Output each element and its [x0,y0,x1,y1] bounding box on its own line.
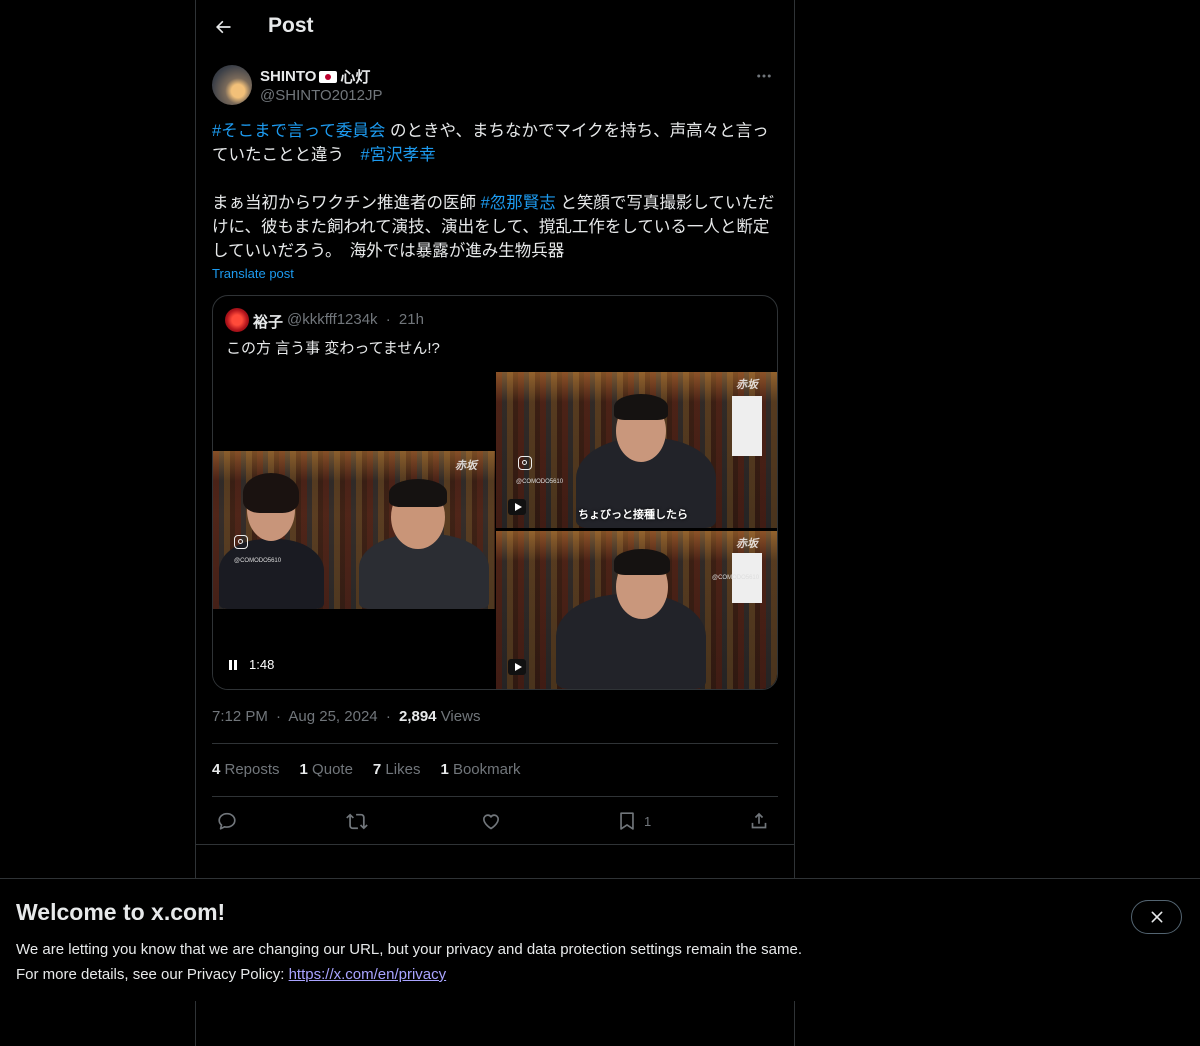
video-caption: ちょびっと接種したら [578,509,688,521]
post-text-segment: まぁ当初からワクチン推進者の医師 [212,194,481,212]
instagram-icon [234,535,248,549]
divider [196,844,794,845]
instagram-icon [518,456,532,470]
share-button[interactable] [748,808,770,834]
tv-logo: 赤坂 [455,460,477,472]
quoted-text: この方 言う事 変わってません!? [226,340,440,357]
quoted-time[interactable]: 21h [399,311,424,328]
japan-flag-icon [319,70,338,83]
more-button[interactable] [750,64,778,88]
separator: · [276,708,282,725]
hashtag-link[interactable]: #そこまで言って委員会 [212,122,385,140]
divider [212,796,778,797]
views-count: 2,894 Views [398,708,481,725]
close-icon [1151,911,1162,923]
separator: · [385,708,391,725]
close-banner-button[interactable] [1131,900,1182,934]
watermark: @COMODO5610 [234,558,282,564]
more-icon [757,74,771,78]
video-frame-bottom-right: 赤坂 @COMODO5610 [496,531,777,689]
back-button[interactable] [208,12,238,42]
post-paragraph-2: まぁ当初からワクチン推進者の医師 #忽那賢志 と笑顔で写真撮影していただけに、彼… [212,191,778,263]
watermark: @COMODO5610 [516,479,564,485]
post-actions: 1 [212,808,778,834]
share-icon [751,812,767,829]
tv-logo: 赤坂 [736,538,758,550]
separator: · [385,311,391,328]
author-handle[interactable]: @SHINTO2012JP [260,87,383,104]
tv-logo: 赤坂 [736,379,758,391]
post-stats: 4 Reposts 1 Quote 7 Likes 1 Bookmark [212,761,521,778]
post-text: #そこまで言って委員会 のときや、まちなかでマイクを持ち、声高々と言っていたこと… [212,119,778,263]
author-name-text: SHINTO [260,68,317,85]
reply-button[interactable] [216,808,238,834]
banner-line-1: We are letting you know that we are chan… [16,941,802,958]
video-frame-main: 赤坂 @COMODO5610 [213,451,495,609]
author-name[interactable]: SHINTO 心灯 [260,66,370,87]
quoted-handle[interactable]: @kkkfff1234k [287,311,378,328]
banner-line-2: For more details, see our Privacy Policy… [16,962,802,987]
bookmark-count: 1 [644,813,652,829]
banner-text: We are letting you know that we are chan… [16,937,802,987]
author-name-suffix: 心灯 [340,69,371,86]
divider [212,743,778,744]
pause-icon[interactable] [229,659,239,670]
post-time[interactable]: 7:12 PM [212,708,268,725]
post-author: SHINTO 心灯 @SHINTO2012JP [212,64,778,108]
video-player[interactable]: 赤坂 @COMODO5610 赤坂 @COMODO5610 ちょびっと接種したら [213,372,777,689]
post-paragraph-1: #そこまで言って委員会 のときや、まちなかでマイクを持ち、声高々と言っていたこと… [212,119,778,167]
quoted-author-name[interactable]: 裕子 [253,311,283,332]
post-header: Post [196,0,794,54]
watermark: @COMODO5610 [712,575,760,581]
post-timestamp: 7:12 PM · Aug 25, 2024 · 2,894 Views [212,708,480,725]
play-icon[interactable] [508,659,526,675]
privacy-policy-link[interactable]: https://x.com/en/privacy [289,966,447,983]
reply-icon [218,812,236,830]
like-button[interactable] [480,808,502,834]
back-arrow-icon [216,20,231,34]
translate-post-link[interactable]: Translate post [212,266,294,281]
hashtag-link[interactable]: #忽那賢志 [481,194,556,212]
bookmarks-stat[interactable]: 1 Bookmark [440,761,520,778]
bookmark-button[interactable]: 1 [616,808,651,834]
welcome-banner: Welcome to x.com! We are letting you kno… [0,878,1200,1001]
quoted-meta: @kkkfff1234k · 21h [287,311,424,328]
like-icon [483,814,499,830]
quoted-avatar[interactable] [225,308,249,332]
repost-icon [346,813,368,830]
video-controls: 1:48 [229,657,274,672]
banner-line-2-text: For more details, see our Privacy Policy… [16,966,289,983]
banner-title: Welcome to x.com! [16,899,226,925]
quotes-stat[interactable]: 1 Quote [300,761,353,778]
post-date[interactable]: Aug 25, 2024 [288,708,377,725]
hashtag-link[interactable]: #宮沢孝幸 [361,146,436,164]
repost-button[interactable] [346,808,368,834]
bookmark-icon [620,812,634,830]
avatar[interactable] [212,65,252,105]
video-duration: 1:48 [249,657,275,672]
quoted-post[interactable]: 裕子 @kkkfff1234k · 21h この方 言う事 変わってません!? … [212,295,778,690]
play-icon[interactable] [508,499,526,515]
page-title: Post [268,14,314,37]
video-frame-top-right: 赤坂 @COMODO5610 ちょびっと接種したら [496,372,777,528]
reposts-stat[interactable]: 4 Reposts [212,761,280,778]
likes-stat[interactable]: 7 Likes [373,761,421,778]
